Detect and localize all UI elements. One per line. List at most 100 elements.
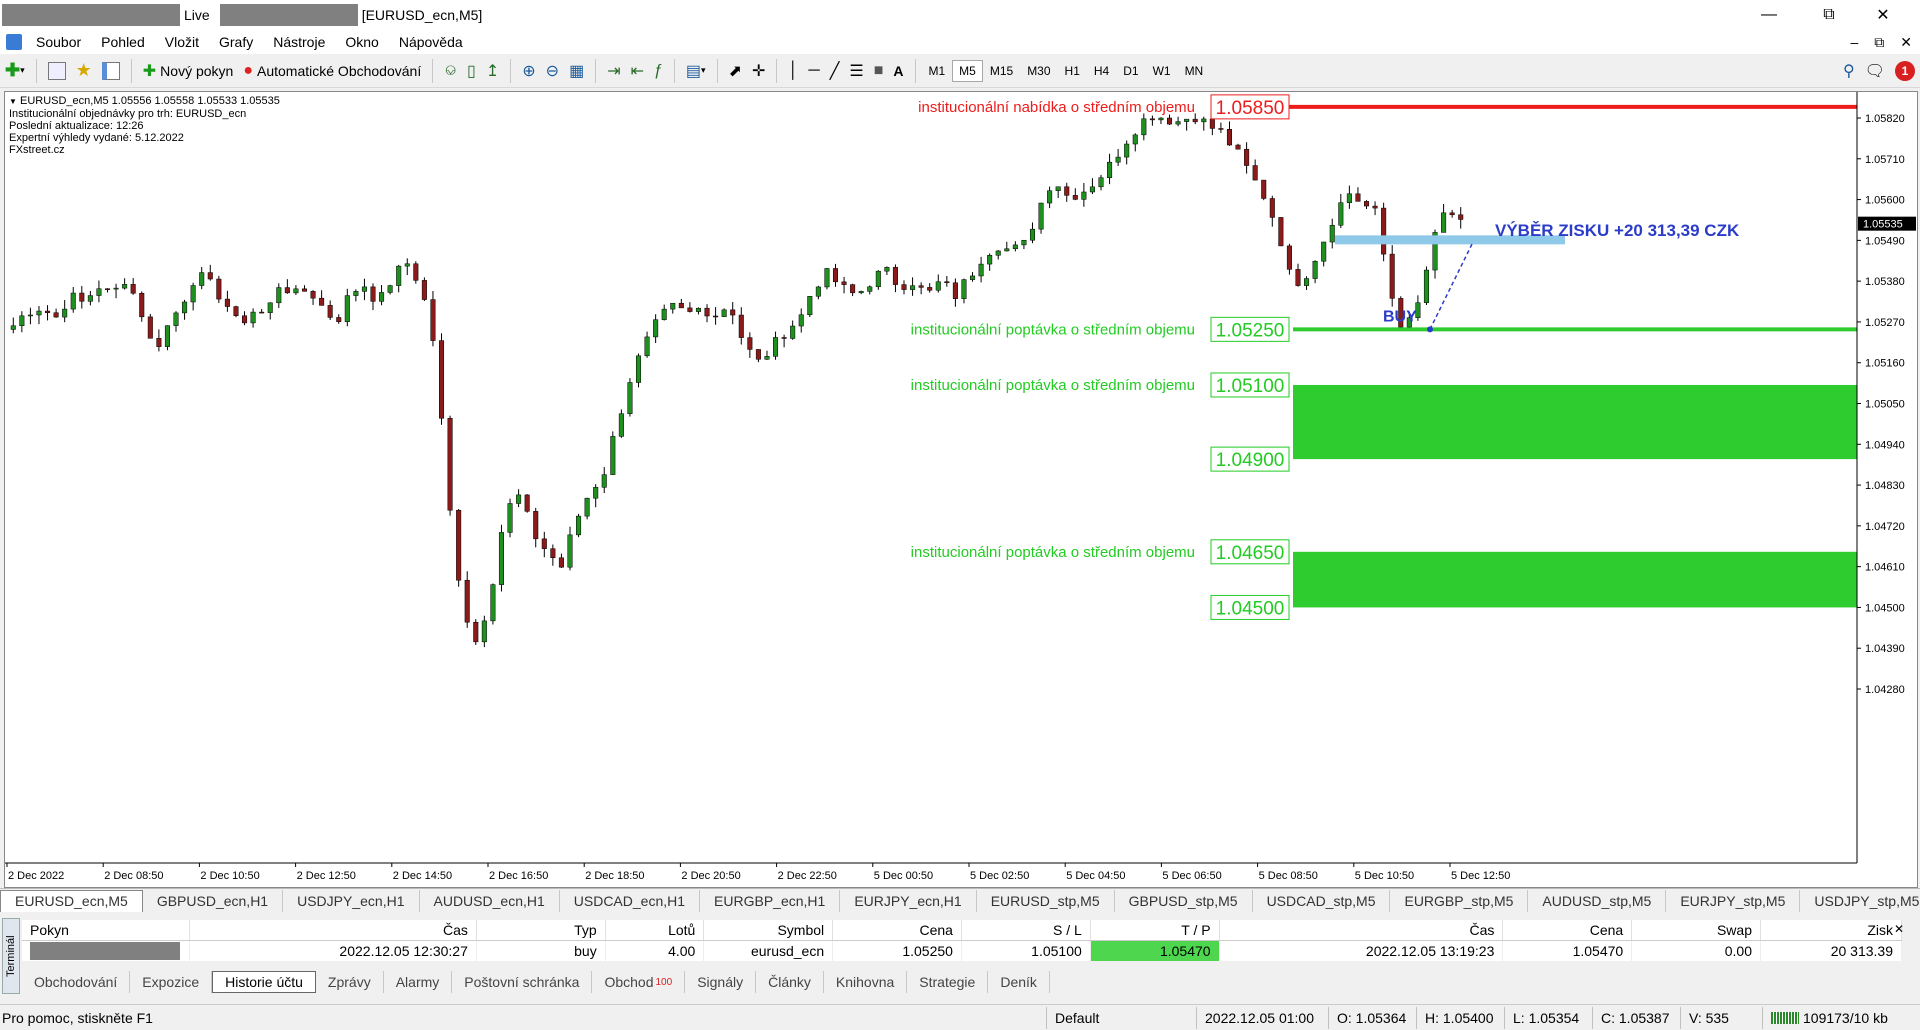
chart-tab[interactable]: USDCAD_stp,M5	[1253, 889, 1391, 912]
col-cas-close[interactable]: Čas	[1219, 920, 1504, 941]
restore-button[interactable]: ⧉	[1806, 0, 1852, 30]
tab-clanky[interactable]: Články	[756, 971, 824, 993]
menu-okno[interactable]: Okno	[335, 34, 388, 50]
chat-button[interactable]: 🗨	[1861, 58, 1889, 84]
tf-m1[interactable]: M1	[922, 60, 953, 82]
crosshair-tool[interactable]: ✛	[748, 58, 769, 84]
zoom-in-button[interactable]: ⊕	[518, 58, 539, 84]
chart-tab[interactable]: GBPUSD_ecn,H1	[143, 889, 284, 912]
new-order-button[interactable]: ✚ Nový pokyn	[139, 58, 238, 84]
tf-d1[interactable]: D1	[1116, 60, 1145, 82]
menu-grafy[interactable]: Grafy	[209, 34, 263, 50]
menu-napoveda[interactable]: Nápověda	[389, 34, 473, 50]
favorites-button[interactable]: ★	[72, 58, 96, 84]
candle-down	[1226, 128, 1232, 146]
tab-knihovna[interactable]: Knihovna	[824, 971, 908, 993]
tf-mn[interactable]: MN	[1178, 60, 1211, 82]
terminal-close-icon[interactable]: ✕	[1894, 922, 1904, 936]
navigator-button[interactable]	[98, 58, 124, 84]
new-chart-button[interactable]: ✚ ▾	[1, 58, 29, 84]
terminal-side-label: Terminál	[2, 918, 20, 994]
tf-h4[interactable]: H4	[1087, 60, 1116, 82]
table-row[interactable]: 2022.12.05 12:30:27 buy 4.00 eurusd_ecn …	[22, 940, 1902, 961]
demand-zone	[1293, 384, 1857, 460]
zoom-out-button[interactable]: ⊖	[542, 58, 563, 84]
chart-shift-button[interactable]: ⇤	[627, 58, 648, 84]
fibo-tool[interactable]: ☰	[845, 58, 867, 84]
candle-down	[713, 315, 719, 318]
col-swap[interactable]: Swap	[1631, 920, 1761, 941]
chart-tab[interactable]: EURGBP_stp,M5	[1390, 889, 1529, 912]
indicators-button[interactable]: ƒ	[650, 58, 667, 84]
chart-tab[interactable]: AUDUSD_ecn,H1	[420, 889, 560, 912]
chart-window[interactable]: institucionální nabídka o středním objem…	[4, 91, 1918, 888]
child-close-button[interactable]: ✕	[1892, 34, 1920, 51]
tf-h1[interactable]: H1	[1058, 60, 1087, 82]
child-minimize-button[interactable]: –	[1842, 34, 1866, 50]
profiles-button[interactable]	[44, 58, 70, 84]
tab-signaly[interactable]: Signály	[685, 971, 757, 993]
tab-alarmy[interactable]: Alarmy	[384, 971, 453, 993]
minimize-button[interactable]: —	[1746, 0, 1792, 30]
text-tool[interactable]: A	[889, 58, 907, 84]
tf-m30[interactable]: M30	[1020, 60, 1057, 82]
tab-expozice[interactable]: Expozice	[130, 971, 213, 993]
tab-zpravy[interactable]: Zprávy	[316, 971, 384, 993]
col-sl[interactable]: S / L	[961, 920, 1091, 941]
candle-up	[190, 285, 196, 303]
col-cena-close[interactable]: Cena	[1502, 920, 1633, 941]
candle-down	[421, 280, 427, 300]
tab-postovni-schranka[interactable]: Poštovní schránka	[452, 971, 593, 993]
autoscroll-button[interactable]: ⇥	[603, 58, 624, 84]
menu-pohled[interactable]: Pohled	[91, 34, 155, 50]
trend-line-tool[interactable]: ╱	[826, 58, 844, 84]
horizontal-line-tool[interactable]: ─	[804, 58, 823, 84]
chart-tab[interactable]: EURJPY_stp,M5	[1666, 889, 1801, 912]
tab-obchodovani[interactable]: Obchodování	[22, 971, 131, 993]
col-cas[interactable]: Čas	[189, 920, 477, 941]
chart-canvas[interactable]: institucionální nabídka o středním objem…	[5, 92, 1917, 887]
col-lotu[interactable]: Lotů	[605, 920, 705, 941]
rectangle-icon: ■	[873, 61, 884, 79]
child-restore-button[interactable]: ⧉	[1866, 34, 1892, 51]
col-cena[interactable]: Cena	[832, 920, 962, 941]
chart-tab[interactable]: AUDUSD_stp,M5	[1528, 889, 1667, 912]
menu-vlozit[interactable]: Vložit	[155, 34, 209, 50]
rectangle-tool[interactable]: ■	[870, 58, 888, 84]
templates-button[interactable]: ▤ ▾	[682, 58, 710, 84]
chart-tab[interactable]: EURUSD_stp,M5	[977, 889, 1115, 912]
tf-w1[interactable]: W1	[1146, 60, 1178, 82]
notification-badge[interactable]: 1	[1891, 58, 1919, 84]
bar-chart-button[interactable]: ⎉	[440, 58, 461, 84]
col-tp[interactable]: T / P	[1090, 920, 1220, 941]
line-chart-button[interactable]: ↥	[482, 58, 503, 84]
chart-tab[interactable]: GBPUSD_stp,M5	[1115, 889, 1253, 912]
chart-tab[interactable]: EURJPY_ecn,H1	[840, 889, 977, 912]
col-symbol[interactable]: Symbol	[703, 920, 834, 941]
chart-tab[interactable]: EURGBP_ecn,H1	[700, 889, 841, 912]
tab-historie-uctu[interactable]: Historie účtu	[212, 971, 316, 993]
candle-up	[1201, 118, 1207, 123]
tab-obchod[interactable]: Obchod 100	[592, 971, 686, 993]
search-button[interactable]: ⚲	[1839, 58, 1859, 84]
chart-tab[interactable]: USDJPY_ecn,H1	[283, 889, 420, 912]
candle-up	[1089, 186, 1095, 193]
col-zisk[interactable]: Zisk	[1760, 920, 1902, 941]
close-button[interactable]: ✕	[1860, 0, 1906, 30]
candle-chart-button[interactable]: ▯	[463, 58, 480, 84]
vertical-line-tool[interactable]: │	[784, 58, 802, 84]
tf-m15[interactable]: M15	[983, 60, 1020, 82]
tile-windows-button[interactable]: ▦	[565, 58, 588, 84]
menu-nastroje[interactable]: Nástroje	[263, 34, 335, 50]
chart-tab[interactable]: EURUSD_ecn,M5	[0, 889, 143, 912]
tf-m5[interactable]: M5	[952, 59, 983, 82]
tab-strategie[interactable]: Strategie	[907, 971, 989, 993]
col-pokyn[interactable]: Pokyn	[22, 920, 191, 941]
menu-soubor[interactable]: Soubor	[26, 34, 91, 50]
auto-trading-button[interactable]: ● Automatické Obchodování	[239, 58, 425, 84]
chart-tab[interactable]: USDJPY_stp,M5	[1800, 890, 1920, 912]
tab-denik[interactable]: Deník	[988, 971, 1050, 993]
chart-tab[interactable]: USDCAD_ecn,H1	[560, 889, 701, 912]
cursor-tool[interactable]: ⬈	[725, 58, 746, 84]
col-typ[interactable]: Typ	[476, 920, 606, 941]
